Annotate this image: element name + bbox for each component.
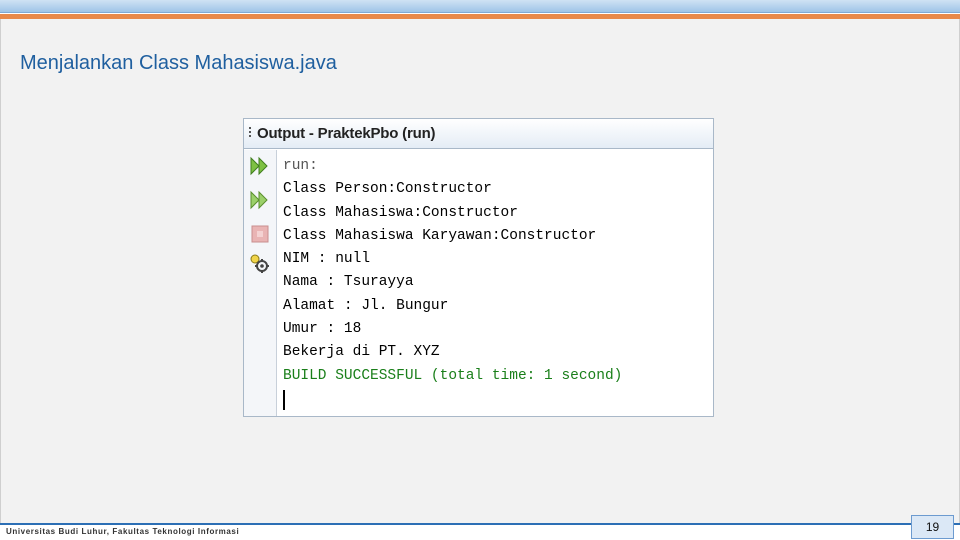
slide-footer: Universitas Budi Luhur, Fakultas Teknolo… [0, 523, 960, 540]
output-header: Output - PraktekPbo (run) [244, 119, 713, 149]
text-cursor [283, 389, 285, 410]
build-status-line: BUILD SUCCESSFUL (total time: 1 second) [283, 367, 623, 384]
stop-icon[interactable] [247, 222, 273, 246]
settings-icon[interactable] [247, 252, 273, 276]
console-line: Nama : Tsurayya [283, 274, 414, 291]
console-line: NIM : null [283, 251, 371, 268]
console-line: run: [283, 158, 318, 174]
slide-title: Menjalankan Class Mahasiswa.java [20, 52, 337, 74]
console-line: Alamat : Jl. Bungur [283, 297, 449, 314]
console-line: Class Person:Constructor [283, 181, 492, 198]
rerun-icon[interactable] [247, 154, 273, 178]
page-number: 19 [911, 515, 954, 539]
output-window: Output - PraktekPbo (run) run: Class Per… [243, 118, 714, 417]
footer-text: Universitas Budi Luhur, Fakultas Teknolo… [6, 527, 240, 536]
console-line: Class Mahasiswa Karyawan:Constructor [283, 227, 597, 244]
output-title[interactable]: Output - PraktekPbo (run) [257, 125, 436, 142]
output-toolbar [244, 150, 277, 416]
drag-grip-icon[interactable] [249, 127, 252, 141]
console-line: Umur : 18 [283, 321, 362, 338]
rerun-with-params-icon[interactable] [247, 188, 273, 212]
console-line: Bekerja di PT. XYZ [283, 344, 440, 361]
top-band [0, 0, 960, 13]
console-output[interactable]: run: Class Person:Constructor Class Maha… [283, 155, 708, 413]
console-line: Class Mahasiswa:Constructor [283, 204, 518, 221]
